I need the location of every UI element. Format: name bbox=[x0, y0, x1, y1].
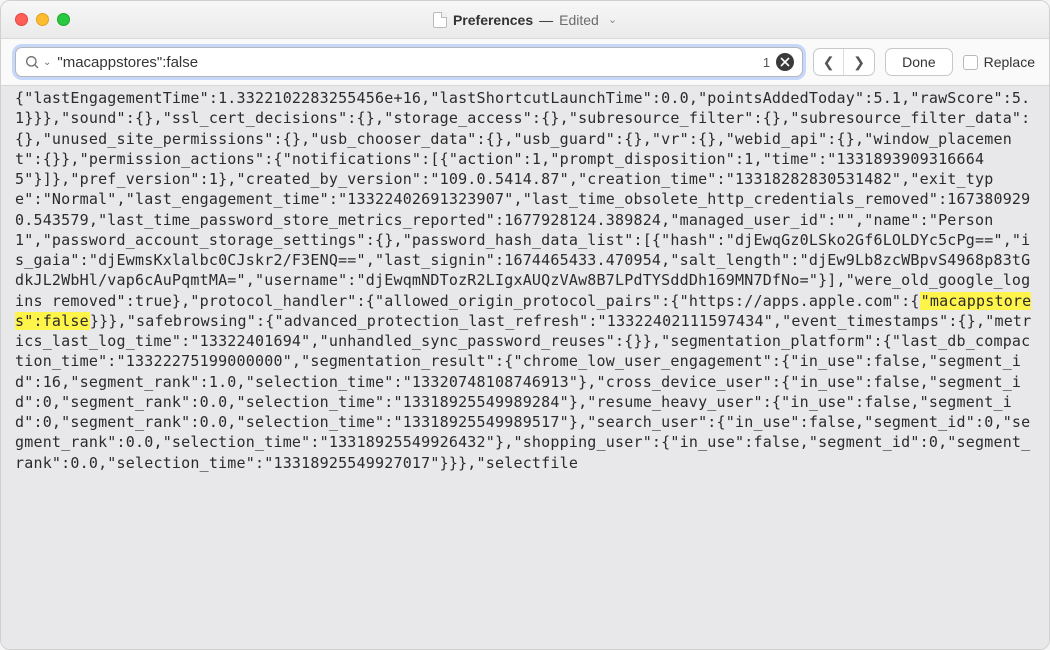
match-count: 1 bbox=[763, 55, 770, 70]
minimize-window-button[interactable] bbox=[36, 13, 49, 26]
document-icon bbox=[433, 12, 447, 28]
clear-search-button[interactable] bbox=[776, 53, 794, 71]
document-filename: Preferences bbox=[453, 12, 533, 28]
editor-window: Preferences — Edited ⌄ ⌄ 1 ❮ ❯ Done Repl… bbox=[0, 0, 1050, 650]
window-controls bbox=[15, 13, 70, 26]
text-after-match: }}},"safebrowsing":{"advanced_protection… bbox=[15, 312, 1031, 472]
text-content[interactable]: {"lastEngagementTime":1.3322102283255456… bbox=[1, 86, 1049, 649]
chevron-down-icon: ⌄ bbox=[608, 13, 617, 26]
done-button[interactable]: Done bbox=[885, 48, 952, 76]
fullscreen-window-button[interactable] bbox=[57, 13, 70, 26]
search-mode-menu-icon[interactable]: ⌄ bbox=[43, 57, 51, 68]
replace-checkbox[interactable] bbox=[963, 55, 978, 70]
text-before-match: {"lastEngagementTime":1.3322102283255456… bbox=[15, 89, 1030, 310]
titlebar: Preferences — Edited ⌄ bbox=[1, 1, 1049, 39]
search-icon bbox=[24, 54, 40, 70]
prev-next-segment: ❮ ❯ bbox=[813, 48, 875, 76]
next-match-button[interactable]: ❯ bbox=[844, 49, 874, 75]
window-title: Preferences — Edited ⌄ bbox=[1, 12, 1049, 28]
find-bar: ⌄ 1 ❮ ❯ Done Replace bbox=[1, 39, 1049, 86]
title-separator: — bbox=[539, 12, 553, 28]
replace-toggle[interactable]: Replace bbox=[963, 54, 1035, 70]
close-window-button[interactable] bbox=[15, 13, 28, 26]
document-state: Edited bbox=[559, 12, 599, 28]
prev-match-button[interactable]: ❮ bbox=[814, 49, 844, 75]
search-input[interactable] bbox=[57, 54, 763, 71]
search-field-wrap[interactable]: ⌄ 1 bbox=[15, 47, 803, 77]
replace-label: Replace bbox=[984, 54, 1035, 70]
close-icon bbox=[780, 57, 790, 67]
